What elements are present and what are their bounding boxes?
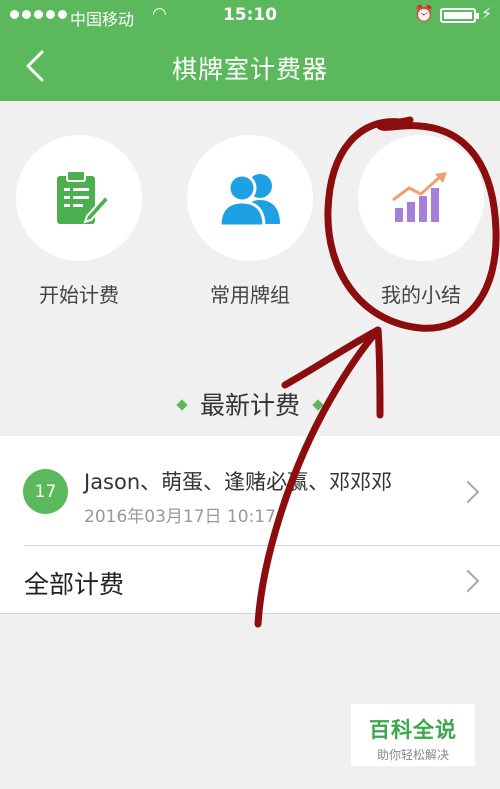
my-summary-circle[interactable]: [358, 135, 484, 261]
feature-grid: 开始计费 常用牌组 我的小结: [0, 101, 500, 391]
start-billing-button[interactable]: 开始计费: [16, 135, 142, 308]
frequent-groups-circle[interactable]: [187, 135, 313, 261]
feature-label: 我的小结: [381, 283, 461, 307]
frequent-groups-button[interactable]: 常用牌组: [187, 135, 313, 308]
charging-icon: ⚡: [481, 4, 493, 23]
date-badge: 17: [23, 469, 68, 514]
list-item[interactable]: 17 Jason、萌蛋、逢赌必赢、邓邓邓 2016年03月17日 10:17: [0, 436, 500, 546]
section-title-text: 最新计费: [199, 391, 300, 420]
users-icon: [218, 173, 280, 228]
my-summary-button[interactable]: 我的小结: [358, 135, 484, 308]
diamond-icon: [312, 399, 324, 411]
status-bar: 中国移动 ◠ 15:10 ⏰ ⚡: [0, 0, 500, 32]
chevron-right-icon: [456, 480, 480, 504]
alarm-icon: ⏰: [414, 4, 434, 23]
feature-label: 开始计费: [39, 283, 119, 307]
watermark-main: 百科全说: [369, 718, 457, 742]
battery-icon: [440, 8, 479, 23]
record-date: 2016年03月17日 10:17: [84, 507, 276, 527]
player-names: Jason、萌蛋、逢赌必赢、邓邓邓: [84, 470, 393, 494]
watermark-logo: 百科全说 助你轻松解决: [351, 704, 475, 766]
nav-bar: 棋牌室计费器: [0, 32, 500, 101]
feature-label: 常用牌组: [210, 283, 290, 307]
watermark-sub: 助你轻松解决: [376, 748, 449, 762]
all-billing-row[interactable]: 全部计费: [0, 545, 500, 614]
bar-chart-trend-icon: [392, 172, 447, 222]
all-billing-label: 全部计费: [24, 570, 125, 599]
records-list: 17 Jason、萌蛋、逢赌必赢、邓邓邓 2016年03月17日 10:17 全…: [0, 436, 500, 614]
section-title: 最新计费: [0, 386, 500, 422]
chevron-right-icon: [456, 569, 480, 593]
clipboard-pen-icon: [57, 170, 111, 224]
start-billing-circle[interactable]: [16, 135, 142, 261]
page-title: 棋牌室计费器: [171, 55, 328, 84]
diamond-icon: [176, 399, 188, 411]
